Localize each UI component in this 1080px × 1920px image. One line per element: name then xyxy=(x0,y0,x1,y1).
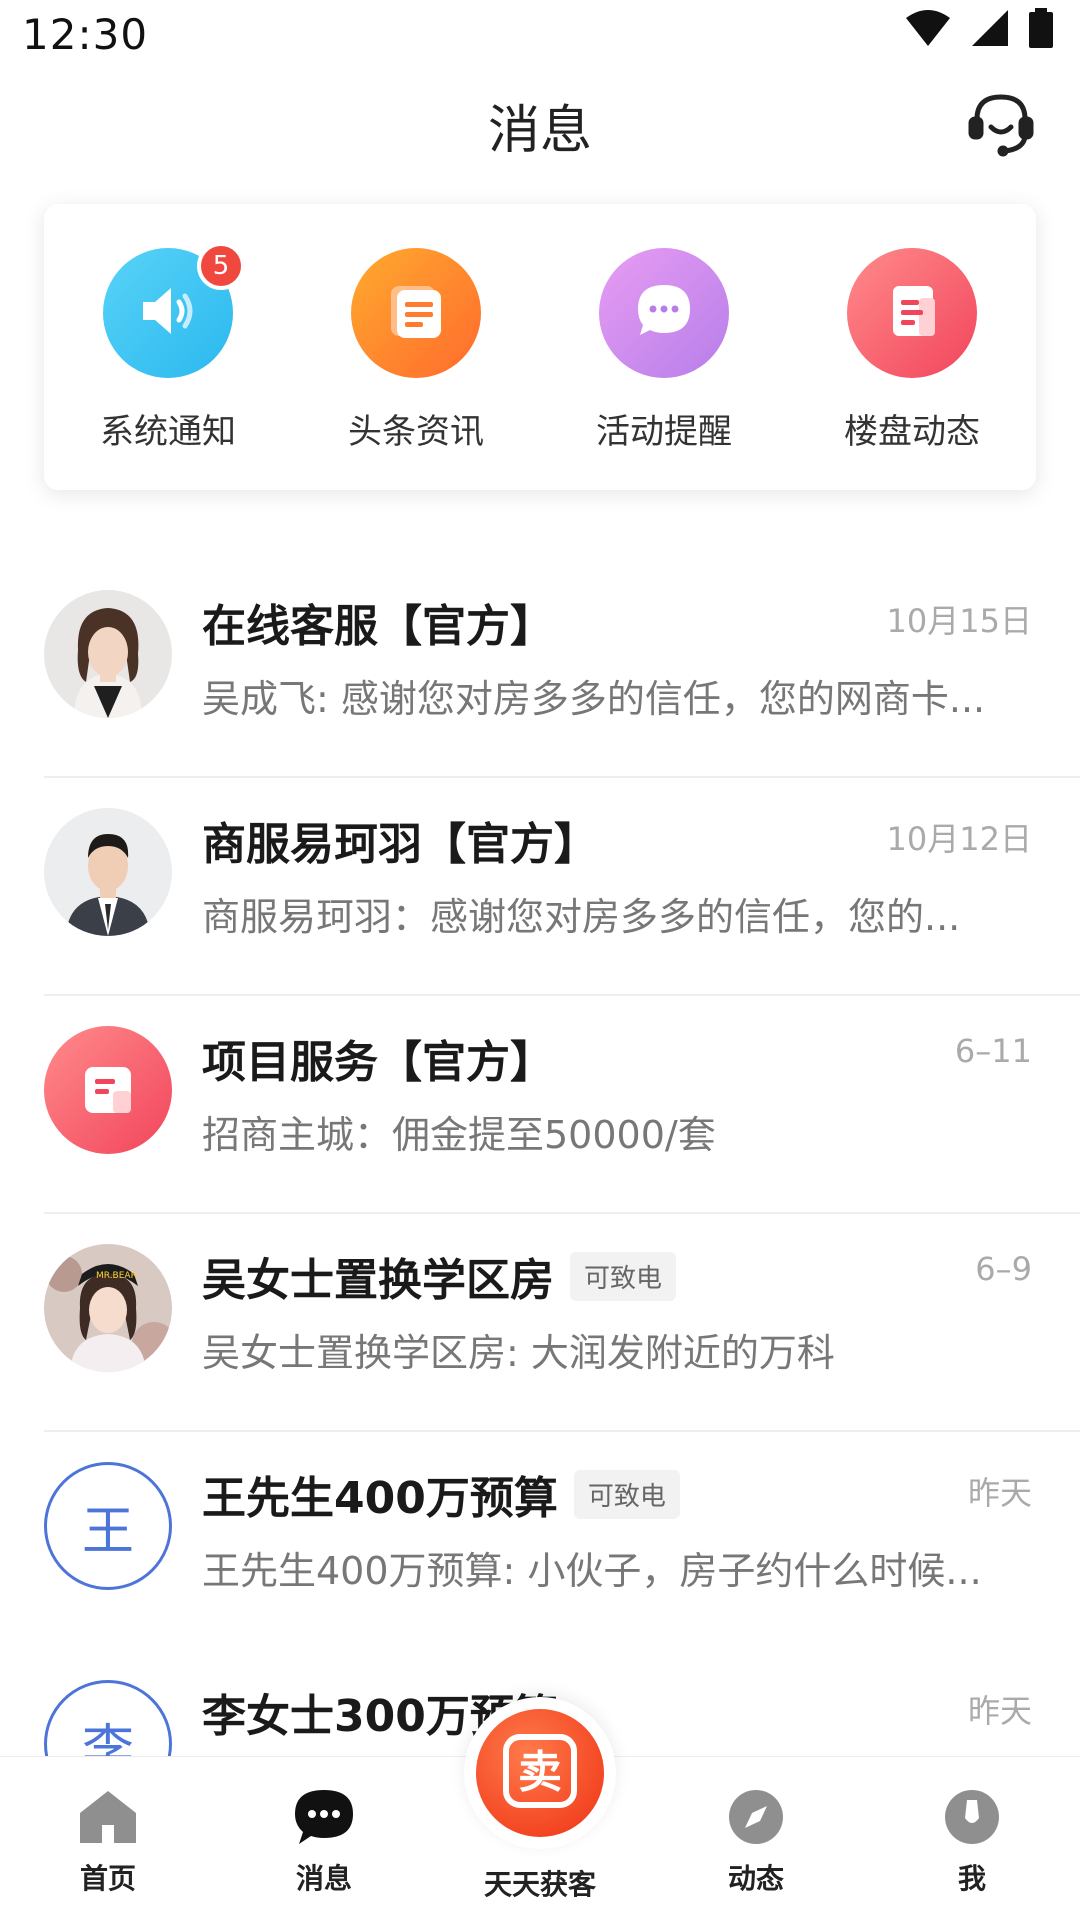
signal-icon xyxy=(970,8,1010,52)
nav-label: 天天获客 xyxy=(483,1868,596,1901)
callable-tag: 可致电 xyxy=(570,1251,677,1301)
chat-bubble-icon xyxy=(630,277,698,349)
headline-news-circle xyxy=(351,248,481,378)
conversation-item[interactable]: 商服易珂羽【官方】 10月12日 商服易珂羽：感谢您对房多多的信任，您的... xyxy=(0,778,1080,996)
news-icon xyxy=(383,278,449,348)
nav-label: 动态 xyxy=(727,1862,784,1895)
message-list: 在线客服【官方】 10月15日 吴成飞: 感谢您对房多多的信任，您的网商卡... xyxy=(0,560,1080,1868)
message-title: 吴女士置换学区房 xyxy=(202,1255,554,1306)
speaker-icon xyxy=(133,276,203,350)
category-activity-reminder[interactable]: 活动提醒 xyxy=(564,248,764,453)
message-time: 昨天 xyxy=(967,1474,1032,1512)
nav-label: 首页 xyxy=(79,1862,136,1895)
category-label: 活动提醒 xyxy=(596,412,732,452)
category-card: 5 系统通知 头条资讯 活动提醒 楼盘动态 xyxy=(44,204,1036,490)
customer-service-button[interactable] xyxy=(960,84,1042,166)
message-time: 10月12日 xyxy=(886,820,1032,858)
letter-avatar: 王 xyxy=(44,1462,172,1590)
category-system-notice[interactable]: 5 系统通知 xyxy=(68,242,268,453)
message-title-row: 商服易珂羽【官方】 xyxy=(202,808,598,872)
nav-messages[interactable]: 消息 xyxy=(216,1757,432,1920)
message-preview: 吴女士置换学区房: 大润发附近的万科 xyxy=(202,1331,835,1375)
photo-woman-icon xyxy=(44,590,172,718)
message-title: 项目服务【官方】 xyxy=(202,1037,554,1088)
nav-activity[interactable]: 动态 xyxy=(648,1757,864,1920)
message-time: 10月15日 xyxy=(886,602,1032,640)
message-preview: 吴成飞: 感谢您对房多多的信任，您的网商卡... xyxy=(202,677,986,721)
message-time: 昨天 xyxy=(967,1692,1032,1730)
headset-icon xyxy=(965,87,1037,163)
category-property-updates[interactable]: 楼盘动态 xyxy=(812,248,1012,453)
message-title: 商服易珂羽【官方】 xyxy=(202,819,598,870)
nav-label: 消息 xyxy=(295,1862,352,1895)
sell-glyph: 卖 xyxy=(518,1747,562,1798)
category-label: 头条资讯 xyxy=(348,412,484,452)
nav-home[interactable]: 首页 xyxy=(0,1757,216,1920)
nav-me[interactable]: 我 xyxy=(864,1757,1080,1920)
header: 消息 xyxy=(0,66,1080,182)
message-title-row: 王先生400万预算 可致电 xyxy=(202,1462,680,1526)
status-icons xyxy=(904,8,1054,52)
project-service-icon xyxy=(44,1026,172,1154)
category-label: 楼盘动态 xyxy=(844,412,980,452)
message-time: 6–11 xyxy=(954,1032,1032,1070)
home-icon xyxy=(76,1785,140,1849)
profile-icon xyxy=(940,1785,1004,1849)
callable-tag: 可致电 xyxy=(573,1469,680,1519)
message-time: 6–9 xyxy=(975,1250,1032,1288)
bottom-nav: 首页 消息 动态 我 卖 天天获客 xyxy=(0,1697,1080,1920)
conversation-item[interactable]: 在线客服【官方】 10月15日 吴成飞: 感谢您对房多多的信任，您的网商卡... xyxy=(0,560,1080,778)
wifi-icon xyxy=(904,8,952,52)
message-icon xyxy=(292,1785,356,1849)
svg-text:MR.BEAR: MR.BEAR xyxy=(96,1271,137,1281)
category-label: 系统通知 xyxy=(100,412,236,452)
message-title: 王先生400万预算 xyxy=(202,1473,558,1524)
message-preview: 王先生400万预算: 小伙子，房子约什么时候... xyxy=(202,1549,982,1593)
battery-icon xyxy=(1028,8,1054,52)
conversation-item[interactable]: MR.BEAR 吴女士置换学区房 可致电 6–9 吴女士置换学区房: 大润发附近… xyxy=(0,1214,1080,1432)
page-title: 消息 xyxy=(487,101,592,161)
message-preview: 商服易珂羽：感谢您对房多多的信任，您的... xyxy=(202,895,961,939)
property-updates-circle xyxy=(847,248,977,378)
unread-badge: 5 xyxy=(197,242,245,290)
activity-reminder-circle xyxy=(599,248,729,378)
document-icon xyxy=(879,278,945,348)
photo-girl-icon: MR.BEAR xyxy=(44,1244,172,1372)
message-title-row: 项目服务【官方】 xyxy=(202,1026,554,1090)
sell-icon: 卖 xyxy=(496,1727,584,1819)
photo-man-icon xyxy=(44,808,172,936)
nav-label: 我 xyxy=(957,1862,986,1895)
message-title-row: 吴女士置换学区房 可致电 xyxy=(202,1244,677,1308)
compass-icon xyxy=(724,1785,788,1849)
status-time: 12:30 xyxy=(22,10,149,59)
system-notice-circle: 5 xyxy=(103,242,245,378)
category-headline-news[interactable]: 头条资讯 xyxy=(316,248,516,453)
message-title: 在线客服【官方】 xyxy=(202,601,554,652)
conversation-item[interactable]: 项目服务【官方】 6–11 招商主城：佣金提至50000/套 xyxy=(0,996,1080,1214)
status-bar: 12:30 xyxy=(0,0,1080,66)
message-title-row: 在线客服【官方】 xyxy=(202,590,554,654)
daily-leads-button[interactable]: 卖 xyxy=(476,1709,604,1837)
messages-screen: 12:30 消息 5 系统通知 头条资讯 活动提醒 楼盘动态 在线客服【官方】 … xyxy=(0,0,1080,1920)
message-preview: 招商主城：佣金提至50000/套 xyxy=(202,1113,716,1157)
conversation-item[interactable]: 王 王先生400万预算 可致电 昨天 王先生400万预算: 小伙子，房子约什么时… xyxy=(0,1432,1080,1650)
